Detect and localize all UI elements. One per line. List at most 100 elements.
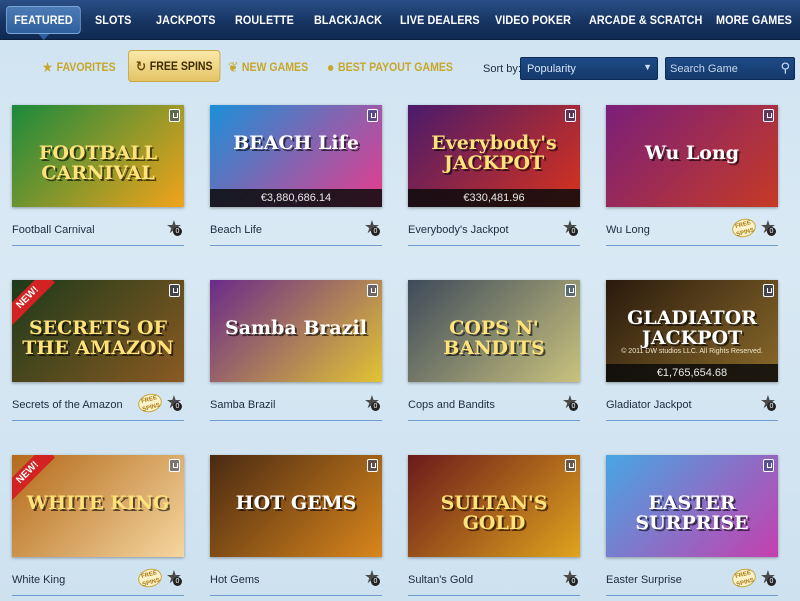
rating-count: 0 xyxy=(371,227,380,236)
tab-roulette-label: Roulette xyxy=(235,13,294,27)
game-name[interactable]: White King xyxy=(12,574,65,586)
game-thumbnail[interactable]: HOT GEMS xyxy=(210,455,382,557)
sort-selected-value: Popularity xyxy=(527,63,576,75)
jackpot-amount: €3,880,686.14 xyxy=(210,189,382,207)
game-artwork-title: WHITE KING xyxy=(26,492,170,514)
game-card[interactable]: EASTER SURPRISE Easter Surprise FREE SPINS… xyxy=(606,455,778,600)
game-name[interactable]: Sultan's Gold xyxy=(408,574,473,586)
game-thumbnail[interactable]: FOOTBALL CARNIVAL xyxy=(12,105,184,207)
filter-favorites[interactable]: ★ Favorites xyxy=(42,56,116,78)
add-favorite-icon[interactable] xyxy=(367,109,378,122)
sort-select[interactable]: Popularity ▼ xyxy=(520,57,658,80)
tab-video-poker[interactable]: Video Poker xyxy=(495,0,571,40)
game-card[interactable]: FOOTBALL CARNIVAL Football Carnival ★0 xyxy=(12,105,184,250)
game-thumbnail[interactable]: WHITE KING NEW! xyxy=(12,455,184,557)
card-divider xyxy=(606,420,778,421)
search-input[interactable] xyxy=(666,58,776,79)
add-favorite-icon[interactable] xyxy=(169,109,180,122)
filter-free-spins[interactable]: ↻ Free Spins xyxy=(128,50,221,82)
game-thumbnail[interactable]: Everybody's JACKPOT €330,481.96 xyxy=(408,105,580,207)
game-name[interactable]: Beach Life xyxy=(210,224,262,236)
game-thumbnail[interactable]: COPS N' BANDITS xyxy=(408,280,580,382)
jackpot-amount: €330,481.96 xyxy=(408,189,580,207)
tab-more-games[interactable]: More Games xyxy=(716,0,792,40)
game-thumbnail[interactable]: GLADIATOR JACKPOT © 2011 DW studios LLC. … xyxy=(606,280,778,382)
rating-star-icon[interactable]: ★0 xyxy=(362,392,382,412)
rating-star-icon[interactable]: ★0 xyxy=(164,217,184,237)
add-favorite-icon[interactable] xyxy=(565,284,576,297)
filter-new-games[interactable]: ❦ New Games xyxy=(228,56,308,78)
add-favorite-icon[interactable] xyxy=(169,459,180,472)
game-thumbnail[interactable]: EASTER SURPRISE xyxy=(606,455,778,557)
game-name[interactable]: Cops and Bandits xyxy=(408,399,495,411)
rating-star-icon[interactable]: ★0 xyxy=(164,392,184,412)
game-thumbnail[interactable]: SULTAN'S GOLD xyxy=(408,455,580,557)
tab-blackjack[interactable]: Blackjack xyxy=(314,0,382,40)
game-thumbnail[interactable]: BEACH Life €3,880,686.14 xyxy=(210,105,382,207)
rating-star-icon[interactable]: ★0 xyxy=(758,217,778,237)
top-nav: Featured Slots Jackpots Roulette Blackja… xyxy=(0,0,800,40)
game-card[interactable]: COPS N' BANDITS Cops and Bandits ★0 xyxy=(408,280,580,425)
tab-live-dealers[interactable]: Live Dealers xyxy=(400,0,480,40)
game-card[interactable]: HOT GEMS Hot Gems ★0 xyxy=(210,455,382,600)
tab-more-games-label: More Games xyxy=(716,13,792,27)
free-spins-badge: FREE SPINS xyxy=(730,566,758,590)
game-thumbnail[interactable]: Samba Brazil xyxy=(210,280,382,382)
card-divider xyxy=(12,595,184,596)
add-favorite-icon[interactable] xyxy=(763,459,774,472)
tab-featured[interactable]: Featured xyxy=(6,6,81,40)
game-name[interactable]: Gladiator Jackpot xyxy=(606,399,692,411)
game-artwork-title: BEACH Life xyxy=(233,132,359,154)
filter-bar: ★ Favorites ↻ Free Spins ❦ New Games ● B… xyxy=(0,44,800,94)
tab-jackpots-label: Jackpots xyxy=(156,13,216,27)
rating-star-icon[interactable]: ★0 xyxy=(560,217,580,237)
game-thumbnail[interactable]: Wu Long xyxy=(606,105,778,207)
rating-star-icon[interactable]: ★0 xyxy=(362,217,382,237)
game-card[interactable]: BEACH Life €3,880,686.14 Beach Life ★0 xyxy=(210,105,382,250)
add-favorite-icon[interactable] xyxy=(763,284,774,297)
rating-star-icon[interactable]: ★0 xyxy=(758,567,778,587)
rating-star-icon[interactable]: ★0 xyxy=(560,567,580,587)
game-name[interactable]: Everybody's Jackpot xyxy=(408,224,509,236)
rating-star-icon[interactable]: ★0 xyxy=(164,567,184,587)
game-artwork-title: EASTER SURPRISE xyxy=(635,492,749,534)
tab-arcade-scratch[interactable]: Arcade & Scratch xyxy=(589,0,702,40)
game-card[interactable]: GLADIATOR JACKPOT © 2011 DW studios LLC. … xyxy=(606,280,778,425)
card-divider xyxy=(210,245,382,246)
game-name[interactable]: Easter Surprise xyxy=(606,574,682,586)
filter-best-payout[interactable]: ● Best Payout Games xyxy=(327,56,453,78)
game-name[interactable]: Secrets of the Amazon xyxy=(12,399,123,411)
tab-roulette[interactable]: Roulette xyxy=(235,0,294,40)
tab-slots[interactable]: Slots xyxy=(95,0,131,40)
tab-live-dealers-label: Live Dealers xyxy=(400,13,480,27)
game-name[interactable]: Football Carnival xyxy=(12,224,95,236)
rating-star-icon[interactable]: ★0 xyxy=(758,392,778,412)
card-divider xyxy=(408,420,580,421)
tab-arcade-scratch-label: Arcade & Scratch xyxy=(589,13,703,27)
game-card[interactable]: Samba Brazil Samba Brazil ★0 xyxy=(210,280,382,425)
add-favorite-icon[interactable] xyxy=(565,109,576,122)
game-card[interactable]: Everybody's JACKPOT €330,481.96 Everybody'… xyxy=(408,105,580,250)
game-card[interactable]: SECRETS OF THE AMAZON NEW! Secrets of the … xyxy=(12,280,184,425)
sort-label: Sort by: xyxy=(483,63,521,75)
game-card[interactable]: Wu Long Wu Long FREE SPINS★0 xyxy=(606,105,778,250)
rating-count: 0 xyxy=(371,577,380,586)
game-card[interactable]: SULTAN'S GOLD Sultan's Gold ★0 xyxy=(408,455,580,600)
card-divider xyxy=(12,245,184,246)
tab-video-poker-label: Video Poker xyxy=(495,13,572,27)
rating-star-icon[interactable]: ★0 xyxy=(560,392,580,412)
game-name[interactable]: Wu Long xyxy=(606,224,650,236)
add-favorite-icon[interactable] xyxy=(367,459,378,472)
game-name[interactable]: Hot Gems xyxy=(210,574,260,586)
game-name[interactable]: Samba Brazil xyxy=(210,399,275,411)
add-favorite-icon[interactable] xyxy=(367,284,378,297)
tab-jackpots[interactable]: Jackpots xyxy=(156,0,216,40)
add-favorite-icon[interactable] xyxy=(169,284,180,297)
add-favorite-icon[interactable] xyxy=(763,109,774,122)
game-thumbnail[interactable]: SECRETS OF THE AMAZON NEW! xyxy=(12,280,184,382)
add-favorite-icon[interactable] xyxy=(565,459,576,472)
search-icon[interactable]: ⚲ xyxy=(780,60,790,76)
rating-star-icon[interactable]: ★0 xyxy=(362,567,382,587)
game-card[interactable]: WHITE KINGNEW! White King FREE SPINS★0 xyxy=(12,455,184,600)
card-divider xyxy=(606,595,778,596)
